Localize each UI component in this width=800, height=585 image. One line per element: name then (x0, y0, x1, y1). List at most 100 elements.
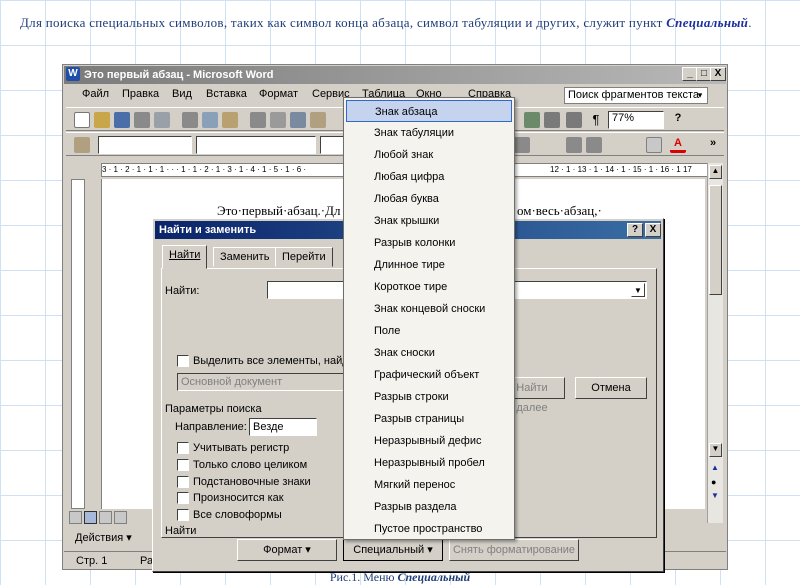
menu-view[interactable]: Вид (172, 88, 192, 100)
menu-item-field[interactable]: Поле (346, 320, 512, 342)
columns-icon[interactable] (524, 112, 540, 128)
direction-select[interactable]: Везде (249, 418, 317, 436)
help-search-dropdown-icon[interactable]: ▾ (693, 88, 707, 103)
highlight-all-checkbox[interactable] (177, 355, 189, 367)
menu-item-caret[interactable]: Знак крышки (346, 210, 512, 232)
menu-item-label: Знак табуляции (374, 127, 455, 139)
print-icon[interactable] (182, 112, 198, 128)
permission-icon[interactable] (134, 112, 150, 128)
drawing-icon[interactable] (544, 112, 560, 128)
cut-icon[interactable] (250, 112, 266, 128)
new-doc-icon[interactable] (74, 112, 90, 128)
numbering-icon[interactable] (566, 137, 582, 153)
scroll-thumb[interactable] (709, 185, 722, 295)
spelling-icon[interactable] (222, 112, 238, 128)
title-bar: Это первый абзац - Microsoft Word (64, 66, 726, 84)
intro-text: Для поиска специальных символов, таких к… (20, 15, 663, 30)
scroll-down-icon[interactable]: ▼ (709, 443, 722, 457)
menu-item-column-break[interactable]: Разрыв колонки (346, 232, 512, 254)
styles-icon[interactable] (74, 137, 90, 153)
prev-page-icon[interactable]: ▲ (711, 463, 719, 472)
tab-find[interactable]: Найти (162, 245, 208, 269)
font-size-select[interactable] (320, 136, 344, 154)
status-page: Стр. 1 (76, 555, 108, 567)
web-view-icon[interactable] (84, 511, 97, 524)
open-icon[interactable] (94, 112, 110, 128)
cancel-button[interactable]: Отмена (575, 377, 647, 399)
help-search-input[interactable]: Поиск фрагментов текста (564, 87, 708, 104)
menu-item-nonbreaking-hyphen[interactable]: Неразрывный дефис (346, 430, 512, 452)
font-select[interactable] (196, 136, 316, 154)
caption-prefix: Рис.1. Меню (329, 570, 395, 584)
menu-item-em-dash[interactable]: Длинное тире (346, 254, 512, 276)
menu-item-any-char[interactable]: Любой знак (346, 144, 512, 166)
find-group-label: Найти (165, 525, 197, 537)
sounds-like-checkbox[interactable] (177, 492, 189, 504)
next-page-icon[interactable]: ▼ (711, 491, 719, 500)
wildcards-label: Подстановочные знаки (193, 476, 311, 488)
special-button[interactable]: Специальный ▾ (343, 539, 443, 561)
menu-item-white-space[interactable]: Пустое пространство (346, 518, 512, 540)
menu-item-paragraph-mark[interactable]: Знак абзаца (346, 100, 512, 122)
menu-file[interactable]: Файл (82, 88, 109, 100)
menu-item-any-digit[interactable]: Любая цифра (346, 166, 512, 188)
menu-item-page-break[interactable]: Разрыв страницы (346, 408, 512, 430)
tab-replace[interactable]: Заменить (213, 247, 277, 267)
scroll-up-icon[interactable]: ▲ (709, 165, 722, 179)
menu-item-nonbreaking-space[interactable]: Неразрывный пробел (346, 452, 512, 474)
wildcards-checkbox[interactable] (177, 476, 189, 488)
word-forms-checkbox[interactable] (177, 509, 189, 521)
direction-label: Направление: (175, 421, 247, 433)
intro-end: . (748, 15, 752, 30)
help-icon[interactable]: ? (670, 112, 686, 128)
menu-insert[interactable]: Вставка (206, 88, 247, 100)
tab-goto[interactable]: Перейти (275, 247, 333, 267)
menu-item-optional-hyphen[interactable]: Мягкий перенос (346, 474, 512, 496)
match-case-checkbox[interactable] (177, 442, 189, 454)
pilcrow-icon[interactable]: ¶ (588, 112, 604, 128)
menu-format[interactable]: Формат (259, 88, 298, 100)
menu-item-footnote-mark[interactable]: Знак сноски (346, 342, 512, 364)
normal-view-icon[interactable] (69, 511, 82, 524)
preview-icon[interactable] (202, 112, 218, 128)
dialog-title: Найти и заменить (159, 224, 257, 236)
clear-formatting-button[interactable]: Снять форматирование (449, 539, 579, 561)
copy-icon[interactable] (270, 112, 286, 128)
main-document-select[interactable]: Основной документ (177, 373, 345, 391)
browse-object-icon[interactable]: ● (711, 477, 716, 487)
borders-icon[interactable] (646, 137, 662, 153)
zoom-select[interactable]: 77% (608, 111, 664, 129)
outline-view-icon[interactable] (114, 511, 127, 524)
find-dropdown-icon[interactable]: ▼ (631, 283, 645, 297)
email-icon[interactable] (154, 112, 170, 128)
menu-item-tab[interactable]: Знак табуляции (346, 122, 512, 144)
menu-item-label: Длинное тире (374, 259, 445, 271)
paste-icon[interactable] (290, 112, 306, 128)
menu-item-en-dash[interactable]: Короткое тире (346, 276, 512, 298)
format-button[interactable]: Формат ▾ (237, 539, 337, 561)
menu-item-endnote-mark[interactable]: Знак концевой сноски (346, 298, 512, 320)
bullets-icon[interactable] (586, 137, 602, 153)
dialog-help-button[interactable]: ? (627, 223, 643, 237)
close-button[interactable]: X (710, 67, 726, 81)
menu-item-section-break[interactable]: Разрыв раздела (346, 496, 512, 518)
dialog-close-button[interactable]: X (645, 223, 661, 237)
drawing-actions-menu[interactable]: Действия ▾ (75, 531, 132, 544)
format-painter-icon[interactable] (310, 112, 326, 128)
line-spacing-icon[interactable] (514, 137, 530, 153)
whole-word-checkbox[interactable] (177, 459, 189, 471)
vertical-scrollbar[interactable]: ▲ ▼ ▲ ● ▼ (707, 163, 723, 523)
print-view-icon[interactable] (99, 511, 112, 524)
doc-map-icon[interactable] (566, 112, 582, 128)
vertical-ruler[interactable] (71, 179, 85, 509)
menu-item-any-letter[interactable]: Любая буква (346, 188, 512, 210)
save-icon[interactable] (114, 112, 130, 128)
menu-item-label: Любая цифра (374, 171, 445, 183)
style-select[interactable] (98, 136, 192, 154)
toolbar-options-icon[interactable]: » (710, 137, 716, 149)
menu-item-line-break[interactable]: Разрыв строки (346, 386, 512, 408)
tab-goto-label: Перейти (282, 251, 326, 263)
menu-item-graphic[interactable]: Графический объект (346, 364, 512, 386)
menu-edit[interactable]: Правка (122, 88, 159, 100)
font-color-icon[interactable]: A (670, 137, 686, 153)
